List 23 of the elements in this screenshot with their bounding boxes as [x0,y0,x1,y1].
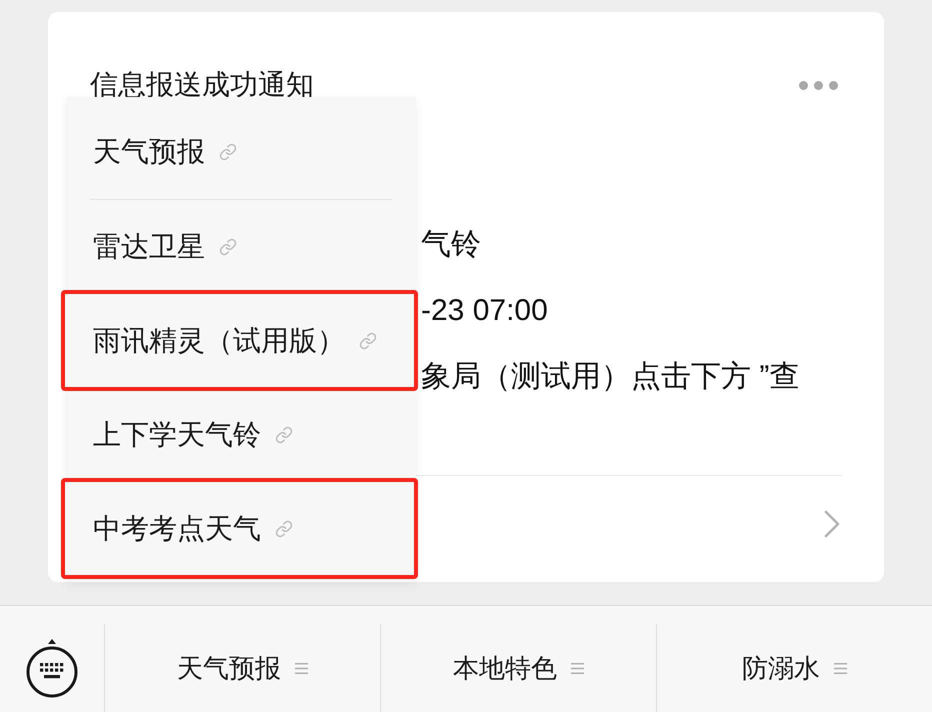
menu-item[interactable]: 雨讯精灵（试用版） [65,294,414,387]
menu-tab[interactable]: 本地特色 [380,624,656,712]
keyboard-icon [25,637,79,699]
menu-tab[interactable]: 防溺水 [656,624,932,712]
link-icon [275,426,293,444]
link-icon [275,520,293,538]
message-text: 气铃 [421,230,481,260]
menu-item[interactable]: 上下学天气铃 [66,388,416,481]
card-title: 信息报送成功通知 [90,71,314,99]
menu-tab[interactable]: 天气预报 [104,624,380,712]
menu-icon [571,662,584,674]
menu-icon [834,662,847,674]
chevron-right-icon[interactable] [824,510,840,538]
menu-item[interactable]: 天气预报 [66,105,416,199]
menu-item[interactable]: 中考考点天气 [65,482,414,575]
more-icon[interactable] [799,80,838,90]
link-icon [219,238,237,256]
message-text: 象局（测试用）点击下方 ”查 [421,362,800,392]
link-icon [219,143,237,161]
link-icon [359,332,377,350]
menu-item[interactable]: 雷达卫星 [66,200,416,293]
menu-icon [295,662,308,674]
message-text: -23 07:00 [421,296,548,326]
